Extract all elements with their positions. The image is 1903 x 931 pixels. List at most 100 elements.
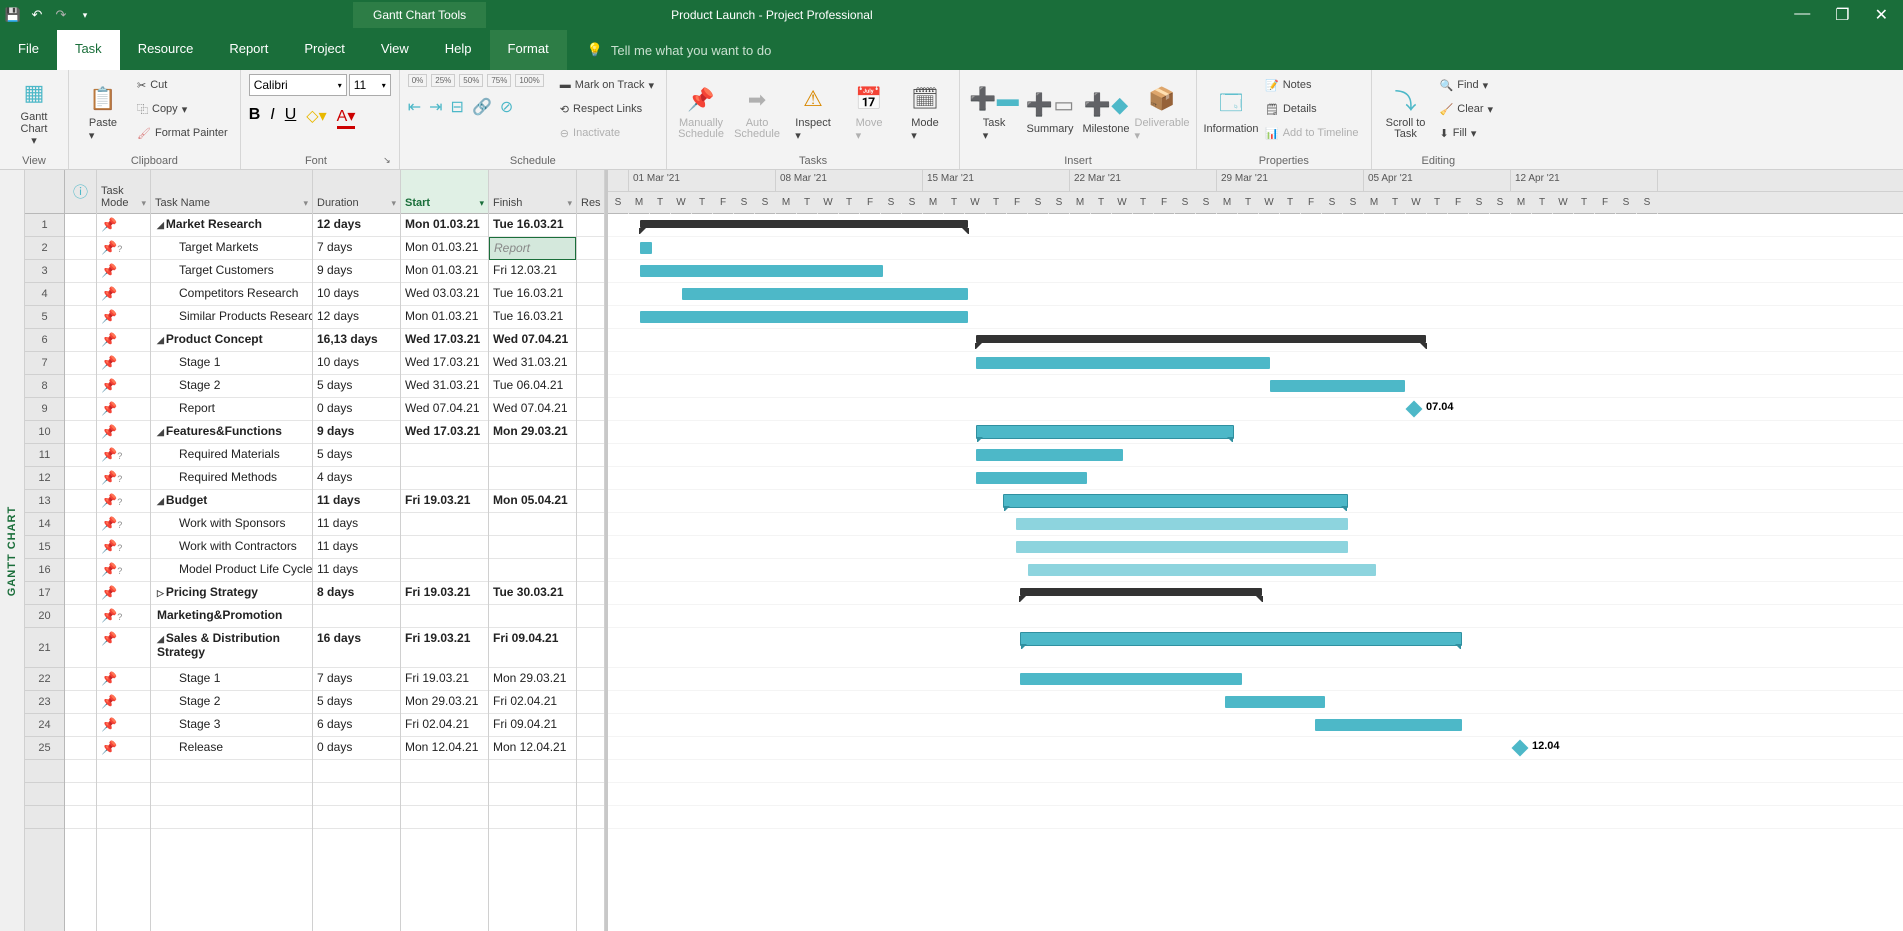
empty-cell[interactable] <box>65 806 96 829</box>
resource-cell[interactable] <box>577 467 604 490</box>
task-name-cell[interactable]: ▷Pricing Strategy <box>151 582 312 605</box>
duration-cell[interactable]: 10 days <box>313 352 400 375</box>
start-cell[interactable]: Mon 01.03.21 <box>401 260 488 283</box>
duration-cell[interactable] <box>313 605 400 628</box>
finish-cell[interactable]: Tue 16.03.21 <box>489 214 576 237</box>
qat-dropdown-icon[interactable]: ▾ <box>77 7 93 23</box>
indicator-cell[interactable] <box>65 605 96 628</box>
respect-links-button[interactable]: ⟲Respect Links <box>556 98 658 120</box>
row-number[interactable]: 3 <box>25 260 64 283</box>
indicator-cell[interactable] <box>65 237 96 260</box>
row-number[interactable]: 1 <box>25 214 64 237</box>
task-name-cell[interactable]: Stage 1 <box>151 668 312 691</box>
task-name-cell[interactable]: Target Markets <box>151 237 312 260</box>
close-icon[interactable]: ✕ <box>1875 5 1888 25</box>
gantt-milestone[interactable] <box>1406 401 1423 418</box>
format-painter-button[interactable]: 🖌Format Painter <box>133 122 232 144</box>
finish-cell[interactable]: Mon 12.04.21 <box>489 737 576 760</box>
duration-cell[interactable]: 7 days <box>313 237 400 260</box>
col-hdr-finish[interactable]: Finish▾ <box>489 170 576 214</box>
resource-cell[interactable] <box>577 260 604 283</box>
mode-cell[interactable]: 📌 <box>97 737 150 760</box>
task-name-cell[interactable]: Target Customers <box>151 260 312 283</box>
row-number[interactable] <box>25 806 64 829</box>
inspect-button[interactable]: ⚠Inspect▾ <box>787 74 839 150</box>
row-number[interactable]: 21 <box>25 628 64 668</box>
resource-cell[interactable] <box>577 398 604 421</box>
duration-cell[interactable]: 12 days <box>313 214 400 237</box>
duration-cell[interactable]: 5 days <box>313 691 400 714</box>
mode-cell[interactable]: 📌? <box>97 513 150 536</box>
row-number[interactable]: 12 <box>25 467 64 490</box>
row-number[interactable]: 5 <box>25 306 64 329</box>
row-number[interactable]: 8 <box>25 375 64 398</box>
duration-cell[interactable]: 11 days <box>313 490 400 513</box>
col-hdr-duration[interactable]: Duration▾ <box>313 170 400 214</box>
gantt-milestone[interactable] <box>1512 740 1529 757</box>
menu-format[interactable]: Format <box>490 30 567 70</box>
task-name-cell[interactable]: Stage 1 <box>151 352 312 375</box>
indicator-cell[interactable] <box>65 306 96 329</box>
view-side-label[interactable]: GANTT CHART <box>0 170 25 931</box>
start-cell[interactable]: Mon 12.04.21 <box>401 737 488 760</box>
finish-cell[interactable]: Fri 12.03.21 <box>489 260 576 283</box>
pct-25-button[interactable]: 25% <box>431 74 455 87</box>
empty-cell[interactable] <box>489 806 576 829</box>
start-cell[interactable]: Wed 03.03.21 <box>401 283 488 306</box>
font-size-select[interactable]: 11▾ <box>349 74 391 96</box>
menu-task[interactable]: Task <box>57 30 120 70</box>
split-button[interactable]: ⊟ <box>451 97 464 117</box>
mode-cell[interactable]: 📌 <box>97 691 150 714</box>
mode-cell[interactable]: 📌 <box>97 375 150 398</box>
col-hdr-mode[interactable]: Task Mode▾ <box>97 170 150 214</box>
mode-cell[interactable]: 📌? <box>97 605 150 628</box>
resource-cell[interactable] <box>577 490 604 513</box>
empty-cell[interactable] <box>97 783 150 806</box>
mode-cell[interactable]: 📌 <box>97 306 150 329</box>
row-number[interactable]: 14 <box>25 513 64 536</box>
indicator-cell[interactable] <box>65 490 96 513</box>
duration-cell[interactable]: 12 days <box>313 306 400 329</box>
empty-cell[interactable] <box>577 783 604 806</box>
empty-cell[interactable] <box>97 806 150 829</box>
duration-cell[interactable]: 9 days <box>313 260 400 283</box>
start-cell[interactable]: Wed 31.03.21 <box>401 375 488 398</box>
duration-cell[interactable]: 9 days <box>313 421 400 444</box>
pct-50-button[interactable]: 50% <box>459 74 483 87</box>
resource-cell[interactable] <box>577 513 604 536</box>
empty-cell[interactable] <box>313 806 400 829</box>
start-cell[interactable]: Fri 19.03.21 <box>401 582 488 605</box>
finish-cell[interactable]: Wed 07.04.21 <box>489 329 576 352</box>
gantt-bar[interactable] <box>1225 696 1325 708</box>
duration-cell[interactable]: 0 days <box>313 737 400 760</box>
task-name-cell[interactable]: Work with Contractors <box>151 536 312 559</box>
col-hdr-info[interactable]: ⓘ <box>65 170 96 214</box>
row-number[interactable]: 2 <box>25 237 64 260</box>
start-cell[interactable]: Fri 19.03.21 <box>401 668 488 691</box>
menu-project[interactable]: Project <box>286 30 362 70</box>
row-number[interactable]: 20 <box>25 605 64 628</box>
start-cell[interactable]: Wed 17.03.21 <box>401 421 488 444</box>
menu-help[interactable]: Help <box>427 30 490 70</box>
notes-button[interactable]: 📝Notes <box>1261 74 1363 96</box>
resource-cell[interactable] <box>577 329 604 352</box>
indicator-cell[interactable] <box>65 737 96 760</box>
find-button[interactable]: 🔍Find ▾ <box>1436 74 1498 96</box>
task-name-cell[interactable]: ◢Features&Functions <box>151 421 312 444</box>
row-number[interactable]: 25 <box>25 737 64 760</box>
row-number[interactable]: 4 <box>25 283 64 306</box>
resource-cell[interactable] <box>577 444 604 467</box>
task-name-cell[interactable]: ◢Product Concept <box>151 329 312 352</box>
row-number[interactable]: 24 <box>25 714 64 737</box>
mode-cell[interactable]: 📌? <box>97 467 150 490</box>
link-button[interactable]: 🔗 <box>472 97 492 117</box>
fill-button[interactable]: ⬇Fill▾ <box>1436 122 1498 144</box>
task-name-cell[interactable]: Stage 2 <box>151 691 312 714</box>
task-name-cell[interactable]: Required Methods <box>151 467 312 490</box>
gantt-bar[interactable] <box>1016 541 1348 553</box>
empty-cell[interactable] <box>151 783 312 806</box>
empty-cell[interactable] <box>489 760 576 783</box>
gantt-bar[interactable] <box>976 357 1270 369</box>
mode-cell[interactable]: 📌 <box>97 214 150 237</box>
task-name-cell[interactable]: Work with Sponsors <box>151 513 312 536</box>
